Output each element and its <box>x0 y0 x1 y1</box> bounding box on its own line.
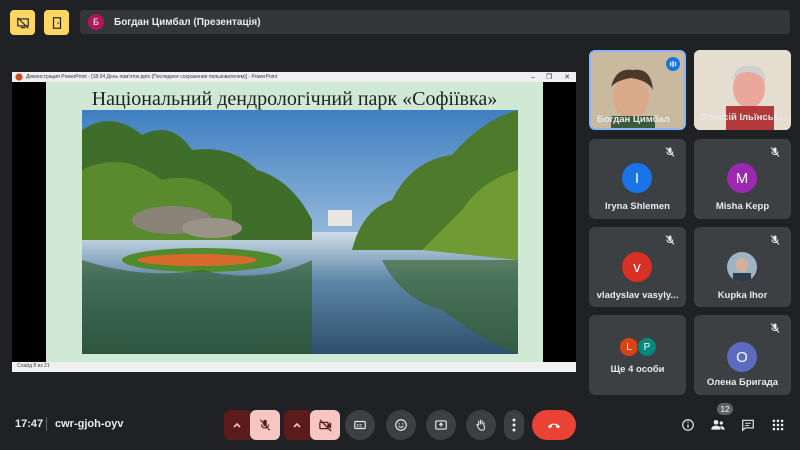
mic-off-icon <box>665 147 675 157</box>
people-count-badge: 12 <box>717 403 733 415</box>
hand-icon <box>476 419 486 431</box>
minimize-icon: – <box>531 73 535 81</box>
mic-off-icon <box>259 419 271 431</box>
leave-call-button[interactable] <box>532 410 576 440</box>
hang-up-icon <box>548 423 560 429</box>
apps-grid-icon <box>772 419 784 431</box>
mic-control-group <box>224 410 280 440</box>
participant-tile[interactable]: M Misha Kepp <box>694 139 791 219</box>
chevron-up-icon <box>233 422 241 428</box>
restore-icon: ❐ <box>545 74 553 81</box>
participant-name: vladyslav vasyly... <box>596 290 679 301</box>
participant-name: Kupka Ihor <box>717 290 768 301</box>
camera-toggle-button[interactable] <box>310 410 340 440</box>
raise-hand-button[interactable] <box>466 410 496 440</box>
divider <box>46 417 47 431</box>
captions-icon: CC <box>354 420 366 430</box>
window-titlebar: Демонстрация PowerPoint - [18.04 День па… <box>12 72 576 82</box>
chevron-up-icon <box>293 422 301 428</box>
info-icon <box>682 419 694 431</box>
meeting-code: cwr-gjoh-oyv <box>55 418 124 430</box>
shared-screen: Демонстрация PowerPoint - [18.04 День па… <box>12 72 576 372</box>
more-options-button[interactable] <box>504 410 524 440</box>
participant-tile[interactable]: O Олена Бригада <box>694 315 791 395</box>
captions-button[interactable]: CC <box>345 410 375 440</box>
window-title: Демонстрация PowerPoint - [18.04 День па… <box>26 74 278 80</box>
camera-options-button[interactable] <box>284 410 310 440</box>
participant-photo-avatar <box>727 252 757 282</box>
presenter-avatar: Б <box>88 14 104 30</box>
clock: 17:47 <box>15 418 44 430</box>
slide-counter: Слайд 8 из 21 <box>17 363 50 369</box>
participant-avatar: M <box>727 163 757 193</box>
present-button[interactable] <box>426 410 456 440</box>
participant-tile[interactable]: v vladyslav vasyly... <box>589 227 686 307</box>
park-photo <box>82 110 518 354</box>
participant-name: Олексій Ільїнськ... <box>700 112 787 123</box>
participant-video-tile[interactable]: Олексій Ільїнськ... <box>694 50 791 130</box>
participant-avatar: P <box>637 337 657 357</box>
close-icon: ✕ <box>564 74 570 81</box>
participant-tile[interactable]: Kupka Ihor <box>694 227 791 307</box>
reactions-button[interactable] <box>386 410 416 440</box>
participant-avatar: v <box>622 252 652 282</box>
more-participants-label: Ще 4 особи <box>610 364 665 375</box>
participant-avatar: O <box>727 342 757 372</box>
participant-video-tile[interactable]: Богдан Цимбал <box>589 50 686 130</box>
present-off-icon <box>16 16 29 29</box>
meeting-info-button[interactable] <box>679 416 697 434</box>
camera-control-group <box>284 410 340 440</box>
speaking-indicator-icon <box>666 57 680 71</box>
mic-off-icon <box>770 323 780 333</box>
participant-name: Богдан Цимбал <box>597 114 670 125</box>
present-screen-icon <box>435 420 447 430</box>
door-button[interactable] <box>44 10 69 35</box>
presenter-banner: Б Богдан Цимбал (Презентація) <box>80 10 790 34</box>
window-statusbar: Слайд 8 из 21 <box>12 362 576 372</box>
people-button[interactable] <box>709 416 727 434</box>
mic-off-icon <box>665 235 675 245</box>
slide: Національний дендрологічний парк «Софіїв… <box>46 82 543 362</box>
powerpoint-icon <box>15 73 23 81</box>
chat-icon <box>742 419 754 432</box>
mic-options-button[interactable] <box>224 410 250 440</box>
mic-off-icon <box>770 147 780 157</box>
presenter-label: Богдан Цимбал (Презентація) <box>114 16 261 28</box>
present-off-button[interactable] <box>10 10 35 35</box>
slide-title: Національний дендрологічний парк «Софіїв… <box>91 88 498 110</box>
participant-name: Iryna Shlemen <box>605 201 670 212</box>
door-icon <box>52 16 61 29</box>
emoji-icon <box>395 419 407 431</box>
participant-tile[interactable]: I Iryna Shlemen <box>589 139 686 219</box>
participant-name: Misha Kepp <box>715 201 770 212</box>
participant-name: Олена Бригада <box>706 377 779 388</box>
more-participants-tile[interactable]: L P Ще 4 особи <box>589 315 686 395</box>
svg-text:CC: CC <box>357 423 363 428</box>
camera-off-icon <box>318 418 332 432</box>
participant-avatar: L <box>619 337 639 357</box>
people-icon <box>711 420 725 430</box>
mic-toggle-button[interactable] <box>250 410 280 440</box>
participant-avatar: I <box>622 163 652 193</box>
mic-off-icon <box>770 235 780 245</box>
chat-button[interactable] <box>739 416 757 434</box>
more-vert-icon <box>512 418 516 432</box>
activities-button[interactable] <box>769 416 787 434</box>
